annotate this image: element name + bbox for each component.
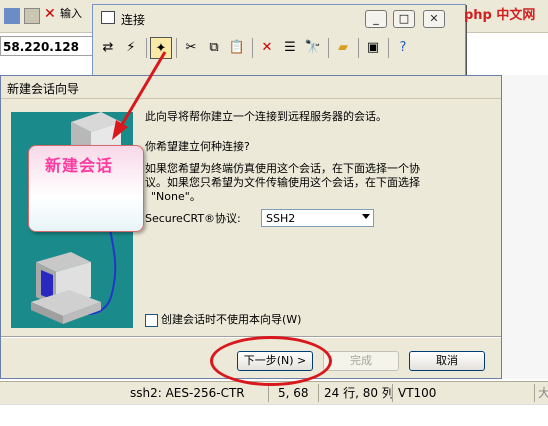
- watermark-text: php 中文网: [464, 8, 536, 23]
- annotation-callout-text: 新建会话: [45, 156, 114, 175]
- annotation-callout: 新建会话: [28, 145, 144, 232]
- annotation-highlight-ring: [210, 336, 332, 386]
- php-logo: php 中文网: [462, 4, 548, 24]
